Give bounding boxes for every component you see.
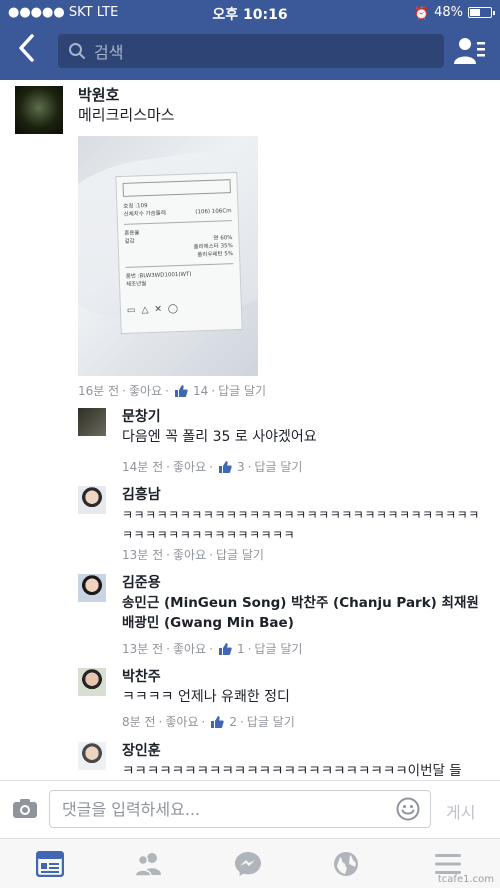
- status-bar: ●●●●● SKT LTE 오후 10:16 ⏰ 48%: [0, 0, 500, 26]
- avatar[interactable]: [78, 486, 106, 514]
- avatar[interactable]: [15, 86, 63, 134]
- friend-request-icon: [454, 38, 485, 64]
- label-size: 신체치수 가슴둘레: [123, 210, 166, 218]
- globe-icon: [334, 852, 358, 876]
- tab-bar: tcafe1.com: [0, 838, 500, 888]
- like-thumb-icon: [174, 384, 188, 397]
- like-button[interactable]: 좋아요: [173, 546, 206, 563]
- reply-button[interactable]: 답글 달기: [218, 382, 266, 399]
- comment-text: 다음엔 꼭 폴리 35 로 사야겠어요: [122, 429, 317, 445]
- emoji-button[interactable]: [396, 797, 420, 821]
- comment-author[interactable]: 장인훈: [122, 740, 161, 760]
- tab-friends[interactable]: [134, 851, 162, 877]
- friends-icon: [134, 853, 161, 877]
- comment-text: ㅋㅋㅋㅋㅋㅋㅋㅋㅋㅋㅋㅋㅋㅋㅋㅋㅋㅋㅋㅋㅋㅋㅋㅋㅋㅋㅋㅋㅋㅋㅋㅋㅋㅋㅋㅋㅋㅋㅋㅋ…: [122, 508, 480, 542]
- reply-button[interactable]: 답글 달기: [247, 713, 295, 730]
- comment-author[interactable]: 박찬주: [122, 666, 161, 686]
- comment-meta: 8분 전 · 좋아요 · 2 · 답글 달기: [122, 713, 295, 730]
- label-maker: 제조년월: [125, 281, 147, 288]
- label-header-box: [122, 179, 231, 197]
- tab-messenger[interactable]: [234, 851, 262, 877]
- watermark: tcafe1.com: [437, 874, 494, 885]
- search-bar[interactable]: 검색: [58, 34, 444, 68]
- tab-news-feed[interactable]: [35, 850, 65, 878]
- post-text: 메리크리스마스: [78, 106, 175, 124]
- alarm-icon: ⏰: [414, 5, 430, 20]
- battery-percent: 48%: [434, 5, 463, 20]
- like-count: 2: [229, 714, 237, 729]
- like-thumb-icon: [218, 460, 232, 473]
- navigation-bar: ●●●●● SKT LTE 오후 10:16 ⏰ 48% 검색: [0, 0, 500, 80]
- comment-time: 13분 전: [122, 642, 164, 656]
- status-right: ⏰ 48%: [414, 5, 495, 20]
- like-count: 14: [192, 383, 209, 398]
- comment-time: 14분 전: [122, 460, 164, 474]
- reply-button[interactable]: 답글 달기: [254, 458, 302, 475]
- like-button[interactable]: 좋아요: [165, 713, 198, 730]
- chevron-left-icon: [19, 34, 34, 62]
- comment-text: ㅋㅋㅋㅋ 언제나 유쾌한 정디: [122, 689, 290, 705]
- avatar[interactable]: [78, 668, 106, 696]
- news-feed-icon: [35, 850, 65, 878]
- comment-author[interactable]: 문창기: [122, 406, 161, 426]
- avatar[interactable]: [78, 742, 106, 770]
- label-row: 겉감: [124, 238, 135, 245]
- comment-meta: 14분 전 · 좋아요 · 3 · 답글 달기: [122, 458, 303, 475]
- comment-time: 13분 전: [122, 548, 164, 562]
- reply-button[interactable]: 답글 달기: [216, 546, 264, 563]
- messenger-icon: [235, 852, 261, 876]
- like-button[interactable]: 좋아요: [173, 640, 206, 657]
- post-author[interactable]: 박원호: [78, 84, 119, 105]
- avatar[interactable]: [78, 574, 106, 602]
- tab-notifications[interactable]: [332, 851, 360, 877]
- battery-icon: [468, 7, 495, 18]
- smiley-icon: [396, 797, 420, 821]
- comment-meta: 13분 전 · 좋아요 · 답글 달기: [122, 546, 264, 563]
- friend-requests-button[interactable]: [454, 36, 486, 66]
- search-placeholder: 검색: [94, 43, 124, 62]
- comment-item: 김흥남 ㅋㅋㅋㅋㅋㅋㅋㅋㅋㅋㅋㅋㅋㅋㅋㅋㅋㅋㅋㅋㅋㅋㅋㅋㅋㅋㅋㅋㅋㅋㅋㅋㅋㅋㅋㅋ…: [78, 484, 488, 544]
- reply-button[interactable]: 답글 달기: [254, 640, 302, 657]
- comment-text: ㅋㅋㅋㅋㅋㅋㅋㅋㅋㅋㅋㅋㅋㅋㅋㅋㅋㅋㅋㅋㅋㅋㅋ이번달 들: [122, 763, 462, 779]
- comment-author[interactable]: 김흥남: [122, 484, 161, 504]
- comment-item: 박찬주 ㅋㅋㅋㅋ 언제나 유쾌한 정디: [78, 666, 488, 716]
- comment-tags[interactable]: 송민근 (MinGeun Song) 박찬주 (Chanju Park) 최재원…: [122, 593, 488, 633]
- like-thumb-icon: [211, 715, 225, 728]
- back-button[interactable]: [16, 32, 46, 66]
- battery-fill: [470, 9, 480, 16]
- comment-time: 8분 전: [122, 715, 156, 729]
- post-time: 16분 전: [78, 384, 120, 398]
- post-comment-button[interactable]: 게시: [446, 799, 475, 823]
- avatar[interactable]: [78, 408, 106, 436]
- like-button[interactable]: 좋아요: [173, 458, 206, 475]
- comment-thread: 박원호 메리크리스마스 호칭 :109 신체치수 가슴둘레 (106) 106Cm…: [0, 80, 500, 780]
- comment-composer: 게시: [0, 780, 500, 838]
- like-count: 3: [236, 459, 245, 474]
- post-photo[interactable]: 호칭 :109 신체치수 가슴둘레 (106) 106Cm 혼용율 겉감 면 60%…: [78, 136, 258, 376]
- comment-input[interactable]: [49, 790, 431, 828]
- camera-icon: [13, 799, 37, 818]
- clothing-label: 호칭 :109 신체치수 가슴둘레 (106) 106Cm 혼용율 겉감 면 60%…: [115, 171, 243, 335]
- comment-author[interactable]: 김준용: [122, 572, 161, 592]
- like-count: 1: [236, 641, 245, 656]
- comment-meta: 13분 전 · 좋아요 · 1 · 답글 달기: [122, 640, 303, 657]
- label-row-value: 폴리우레탄 5%: [197, 251, 234, 259]
- comment-item: 김준용 송민근 (MinGeun Song) 박찬주 (Chanju Park)…: [78, 572, 488, 642]
- post-meta: 16분 전 · 좋아요 · 14 · 답글 달기: [78, 382, 267, 399]
- comment-item: 장인훈 ㅋㅋㅋㅋㅋㅋㅋㅋㅋㅋㅋㅋㅋㅋㅋㅋㅋㅋㅋㅋㅋㅋㅋ이번달 들: [78, 740, 488, 780]
- label-size-value: (106) 106Cm: [195, 208, 232, 216]
- like-button[interactable]: 좋아요: [129, 382, 162, 399]
- like-thumb-icon: [218, 642, 232, 655]
- camera-button[interactable]: [12, 797, 38, 819]
- search-icon: [69, 43, 85, 59]
- care-symbols: ▭ △ ✕ ◯: [126, 304, 179, 316]
